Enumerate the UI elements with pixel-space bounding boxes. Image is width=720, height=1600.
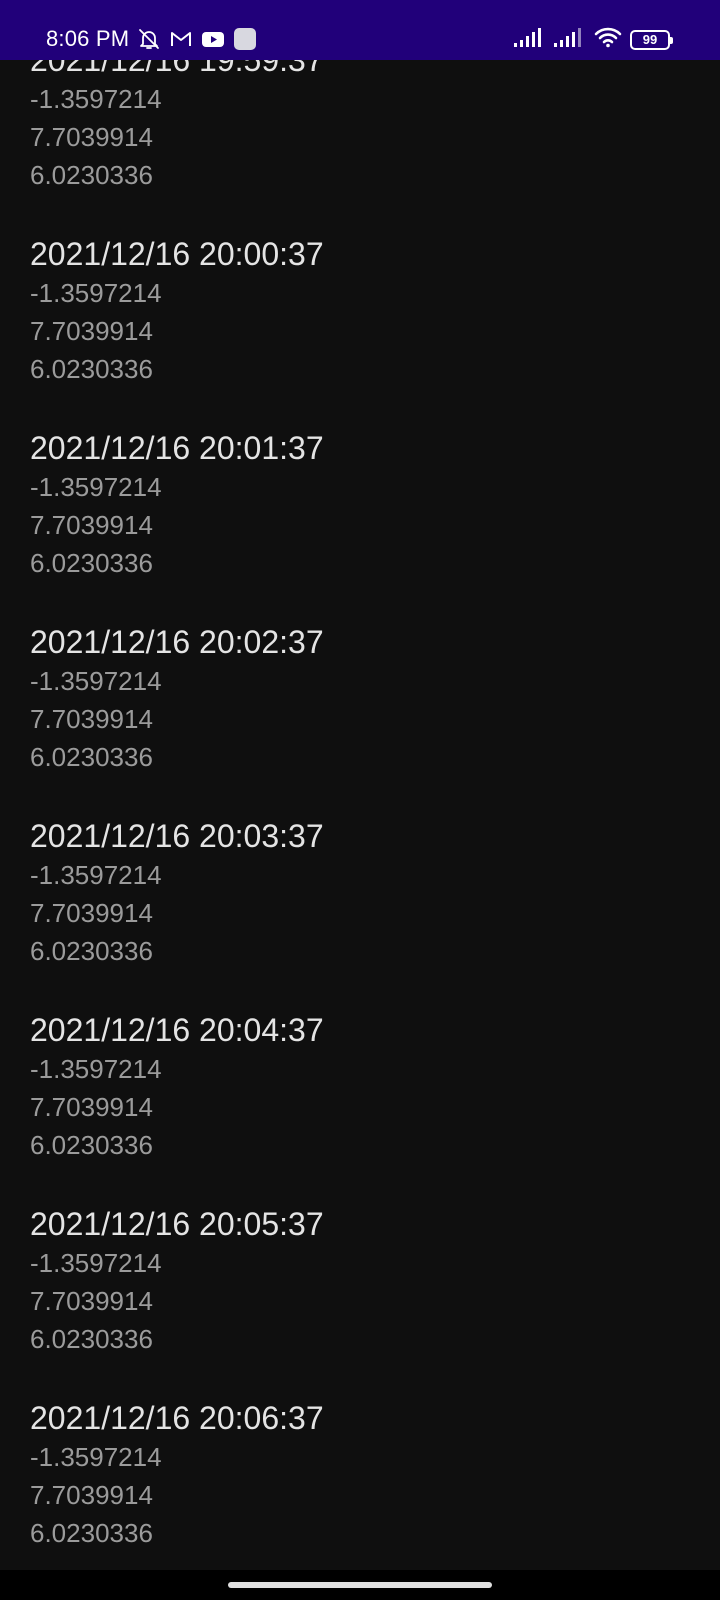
entry-value-y: 7.7039914 <box>30 122 153 152</box>
entry-value-y: 7.7039914 <box>30 510 153 540</box>
list-item[interactable]: 2021/12/16 20:03:37 -1.3597214 7.7039914… <box>30 816 324 1010</box>
list-item[interactable]: 2021/12/16 20:05:37 -1.3597214 7.7039914… <box>30 1204 324 1398</box>
entry-value-x: -1.3597214 <box>30 1054 162 1084</box>
entry-value-x: -1.3597214 <box>30 84 162 114</box>
entry-timestamp: 2021/12/16 20:06:37 <box>30 1400 324 1436</box>
entry-value-z: 6.0230336 <box>30 354 153 384</box>
list-item[interactable]: 2021/12/16 20:01:37 -1.3597214 7.7039914… <box>30 428 324 622</box>
entry-timestamp: 2021/12/16 20:03:37 <box>30 818 324 854</box>
entry-timestamp: 2021/12/16 20:00:37 <box>30 236 324 272</box>
entry-value-x: -1.3597214 <box>30 1248 162 1278</box>
entry-timestamp: 2021/12/16 20:05:37 <box>30 1206 324 1242</box>
gmail-icon <box>169 27 193 51</box>
entry-timestamp: 2021/12/16 20:02:37 <box>30 624 324 660</box>
entry-timestamp: 2021/12/16 20:01:37 <box>30 430 324 466</box>
entry-value-x: -1.3597214 <box>30 472 162 502</box>
signal-icon <box>554 26 586 53</box>
entry-value-z: 6.0230336 <box>30 1130 153 1160</box>
entry-value-x: -1.3597214 <box>30 666 162 696</box>
entry-value-x: -1.3597214 <box>30 278 162 308</box>
entry-value-z: 6.0230336 <box>30 1324 153 1354</box>
youtube-icon <box>201 27 225 51</box>
navigation-bar <box>0 1570 720 1600</box>
status-bar-right: 99 <box>514 26 673 53</box>
entry-value-y: 7.7039914 <box>30 1092 153 1122</box>
entry-value-z: 6.0230336 <box>30 160 153 190</box>
list-item[interactable]: 2021/12/16 20:04:37 -1.3597214 7.7039914… <box>30 1010 324 1204</box>
signal-icon <box>514 26 546 53</box>
app-notification-icon <box>233 27 257 51</box>
alarm-off-icon <box>137 27 161 51</box>
status-bar: 8:06 PM 99 <box>0 0 720 60</box>
entry-value-z: 6.0230336 <box>30 1518 153 1548</box>
entry-value-y: 7.7039914 <box>30 1286 153 1316</box>
entry-value-x: -1.3597214 <box>30 1442 162 1472</box>
battery-icon: 99 <box>630 29 673 50</box>
home-indicator[interactable] <box>228 1582 492 1588</box>
status-bar-left: 8:06 PM <box>46 26 257 52</box>
entry-timestamp: 2021/12/16 20:04:37 <box>30 1012 324 1048</box>
entry-value-z: 6.0230336 <box>30 742 153 772</box>
entry-value-y: 7.7039914 <box>30 1480 153 1510</box>
entry-value-x: -1.3597214 <box>30 860 162 890</box>
battery-level: 99 <box>642 32 658 47</box>
screen: 2021/12/16 19:59:37 -1.3597214 7.7039914… <box>0 0 720 1600</box>
list-item[interactable]: 2021/12/16 20:06:37 -1.3597214 7.7039914… <box>30 1398 324 1570</box>
list-item[interactable]: 2021/12/16 20:02:37 -1.3597214 7.7039914… <box>30 622 324 816</box>
sensor-log-list-content: 2021/12/16 19:59:37 -1.3597214 7.7039914… <box>30 40 324 1570</box>
entry-value-y: 7.7039914 <box>30 898 153 928</box>
entry-value-y: 7.7039914 <box>30 704 153 734</box>
list-item[interactable]: 2021/12/16 19:59:37 -1.3597214 7.7039914… <box>30 40 324 234</box>
sensor-log-list[interactable]: 2021/12/16 19:59:37 -1.3597214 7.7039914… <box>0 0 720 1570</box>
list-item[interactable]: 2021/12/16 20:00:37 -1.3597214 7.7039914… <box>30 234 324 428</box>
status-time: 8:06 PM <box>46 26 130 51</box>
entry-value-z: 6.0230336 <box>30 936 153 966</box>
entry-value-z: 6.0230336 <box>30 548 153 578</box>
wifi-icon <box>594 26 622 53</box>
entry-value-y: 7.7039914 <box>30 316 153 346</box>
